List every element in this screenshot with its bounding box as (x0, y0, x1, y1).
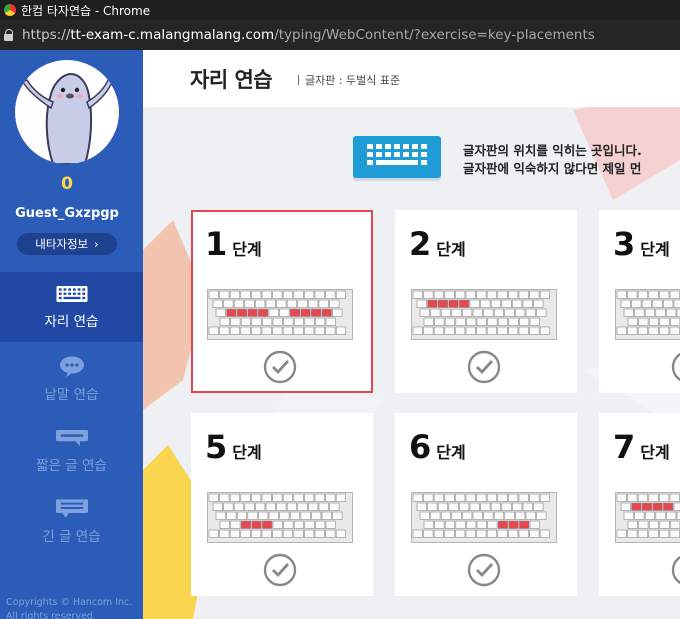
short-text-icon (55, 428, 88, 448)
keyboard-layout-text: 글자판 : 두벌식 표준 (305, 74, 401, 87)
speech-bubble-icon (56, 356, 88, 377)
stage-card[interactable]: 2 단계 (395, 210, 577, 393)
keyboard-diagram (207, 492, 353, 543)
sidebar: 0 Guest_Gxzpgp 내타자정보 › 자리 연습 낱말 연습 짧은 글 … (0, 50, 143, 619)
stage-word: 단계 (640, 240, 670, 259)
menu-item-long-text[interactable]: 긴 글 연습 (0, 487, 143, 557)
menu-item-label: 짧은 글 연습 (36, 458, 107, 474)
my-typing-info-label: 내타자정보 (35, 237, 89, 251)
stage-word: 단계 (436, 240, 466, 259)
check-circle-icon (467, 553, 501, 587)
stage-word: 단계 (232, 443, 262, 462)
url-path[interactable]: /typing/WebContent/?exercise=key-placeme… (274, 27, 595, 43)
window-titlebar: 한컴 타자연습 - Chrome (0, 0, 680, 20)
check-circle-icon (263, 553, 297, 587)
keyboard-diagram (207, 289, 353, 340)
keyboard-icon (353, 136, 441, 178)
stage-number: 5 (205, 428, 228, 466)
stage-number: 6 (409, 428, 432, 466)
check-circle-icon (263, 350, 297, 384)
window-title: 한컴 타자연습 - Chrome (21, 3, 151, 18)
intro-description: 글자판의 위치를 익히는 곳입니다. 글자판에 익숙하지 않다면 제일 먼 (463, 142, 642, 178)
long-text-icon (55, 499, 88, 519)
menu-item-key-placement[interactable]: 자리 연습 (0, 272, 143, 342)
url-host[interactable]: tt-exam-c.malangmalang.com (70, 27, 274, 43)
menu-item-label: 자리 연습 (44, 314, 99, 330)
stage-word: 단계 (232, 240, 262, 259)
menu-item-label: 긴 글 연습 (42, 529, 101, 545)
keyboard-diagram (615, 289, 680, 340)
main-content: 자리 연습 글자판 : 두벌식 표준 글자판의 위치를 익히는 곳입니다. 글자… (143, 50, 680, 619)
stage-card[interactable]: 6 단계 (395, 413, 577, 596)
score-value: 0 (61, 174, 73, 194)
stage-number: 3 (613, 225, 636, 263)
check-circle-icon (671, 555, 680, 585)
check-circle-icon (467, 350, 501, 384)
stage-number: 1 (205, 225, 228, 263)
page-title: 자리 연습 (190, 68, 273, 92)
menu-item-label: 낱말 연습 (44, 387, 99, 403)
stage-card[interactable]: 7 단계 (599, 413, 680, 596)
copyright: Copyrights © Hancom Inc. All rights rese… (6, 596, 132, 619)
menu-item-short-text[interactable]: 짧은 글 연습 (0, 416, 143, 486)
keyboard-layout-label: 글자판 : 두벌식 표준 (298, 72, 400, 88)
intro-line: 글자판에 익숙하지 않다면 제일 먼 (463, 161, 642, 176)
url-scheme[interactable]: https:// (22, 27, 70, 43)
keyboard-icon (55, 284, 88, 304)
menu-item-word-practice[interactable]: 낱말 연습 (0, 345, 143, 415)
intro-line: 글자판의 위치를 익히는 곳입니다. (463, 143, 642, 158)
stage-number: 2 (409, 225, 432, 263)
check-circle-icon (671, 352, 680, 382)
avatar[interactable] (15, 60, 119, 164)
stage-number: 7 (613, 428, 636, 466)
address-bar[interactable]: https://tt-exam-c.malangmalang.com/typin… (0, 20, 680, 50)
stage-card[interactable]: 1 단계 (191, 210, 373, 393)
stage-card[interactable]: 5 단계 (191, 413, 373, 596)
lock-icon[interactable] (4, 29, 14, 41)
copyright-line: Copyrights © Hancom Inc. (6, 597, 133, 608)
stage-word: 단계 (436, 443, 466, 462)
keyboard-diagram (615, 492, 680, 543)
chrome-app-icon (4, 4, 16, 16)
chevron-right-icon: › (94, 237, 99, 251)
copyright-line: All rights reserved. (6, 611, 96, 619)
stage-word: 단계 (640, 443, 670, 462)
keyboard-diagram (411, 492, 557, 543)
stage-card[interactable]: 3 단계 (599, 210, 680, 393)
my-typing-info-button[interactable]: 내타자정보 › (17, 233, 117, 255)
page-header: 자리 연습 글자판 : 두벌식 표준 (143, 50, 680, 107)
username: Guest_Gxzpgp (15, 206, 119, 221)
keyboard-diagram (411, 289, 557, 340)
